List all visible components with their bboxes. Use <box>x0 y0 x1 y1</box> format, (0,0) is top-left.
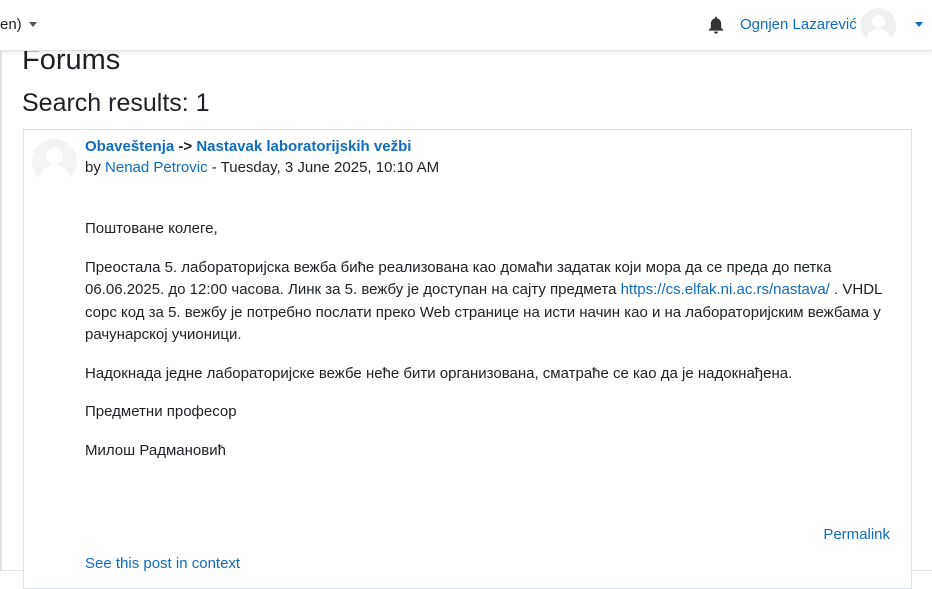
signature-name: Милош Радмановић <box>85 441 226 459</box>
page: Forums Search results: 1 Obaveštenja -> … <box>0 0 932 589</box>
by-prefix: by <box>85 159 106 176</box>
bell-icon[interactable] <box>708 16 724 34</box>
post-paragraph-1: Преостала 5. лабораторијска вежба биће р… <box>85 257 895 347</box>
language-label: en) <box>0 16 22 33</box>
post-date: - Tuesday, 3 June 2025, 10:10 AM <box>207 159 440 176</box>
user-menu-chevron-down-icon[interactable] <box>915 22 923 27</box>
post-greeting: Поштоване колеге, <box>85 220 218 237</box>
language-menu[interactable]: en) <box>0 16 37 33</box>
course-site-link[interactable]: https://cs.elfak.ni.ac.rs/nastava/ <box>621 281 830 298</box>
discussion-link[interactable]: Nastavak laboratorijskih vežbi <box>196 138 411 155</box>
forum-post: Obaveštenja -> Nastavak laboratorijskih … <box>23 129 912 589</box>
author-link[interactable]: Nenad Petrovic <box>105 159 208 176</box>
subject-separator: -> <box>174 138 197 155</box>
post-byline: by Nenad Petrovic - Tuesday, 3 June 2025… <box>85 159 439 176</box>
permalink-link[interactable]: Permalink <box>823 526 890 543</box>
post-subject: Obaveštenja -> Nastavak laboratorijskih … <box>85 138 411 155</box>
user-avatar-icon <box>861 8 896 43</box>
post-content: Поштоване колеге, Преостала 5. лаборатор… <box>85 218 895 478</box>
user-name[interactable]: Ognjen Lazarević <box>740 16 857 33</box>
post-paragraph-2: Надокнада једне лабораторијске вежбе нећ… <box>85 364 793 382</box>
user-avatar[interactable] <box>861 8 896 43</box>
default-user-icon <box>32 139 77 184</box>
chevron-down-icon <box>28 22 37 27</box>
see-in-context-link[interactable]: See this post in context <box>85 555 240 572</box>
forum-link[interactable]: Obaveštenja <box>85 138 174 155</box>
results-heading: Search results: 1 <box>22 89 210 117</box>
signature-role: Предметни професор <box>85 403 237 420</box>
author-avatar[interactable] <box>32 139 77 184</box>
top-navbar: en) Ognjen Lazarević <box>0 0 932 51</box>
